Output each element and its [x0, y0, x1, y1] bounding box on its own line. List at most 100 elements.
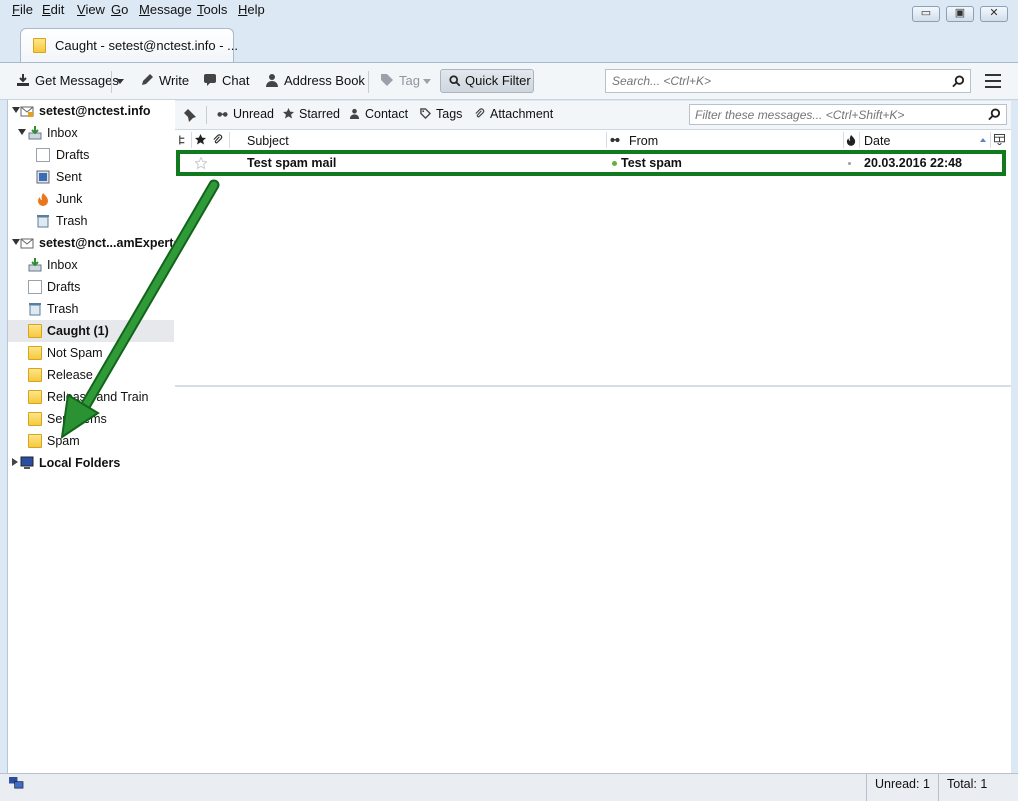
tag-label: Tag — [399, 73, 420, 88]
folder-icon — [28, 434, 42, 448]
junk-status-dot-icon[interactable] — [848, 162, 851, 165]
folder-release-and-train[interactable]: Release and Train — [8, 386, 174, 408]
computer-icon — [20, 456, 34, 469]
quick-filter-button[interactable]: Quick Filter — [440, 69, 534, 93]
folder-junk-1[interactable]: Junk — [8, 188, 174, 210]
sort-ascending-icon — [980, 138, 986, 142]
person-icon — [266, 74, 278, 87]
search-icon[interactable] — [952, 75, 965, 88]
unread-dot-icon[interactable] — [612, 161, 617, 166]
tag-button[interactable]: Tag — [380, 73, 420, 88]
get-messages-label: Get Messages — [35, 73, 119, 88]
chat-button[interactable]: Chat — [203, 73, 249, 88]
folder-inbox-1[interactable]: Inbox — [8, 122, 174, 144]
menu-message[interactable]: Message — [139, 2, 192, 17]
filter-messages-input[interactable] — [695, 108, 985, 122]
folder-not-spam[interactable]: Not Spam — [8, 342, 174, 364]
menu-tools[interactable]: Tools — [197, 2, 227, 17]
junk-status-column-icon[interactable] — [846, 134, 856, 146]
person-icon — [349, 108, 360, 119]
thread-column-icon[interactable] — [178, 135, 187, 145]
folder-label: Drafts — [56, 148, 90, 162]
local-folders[interactable]: Local Folders — [8, 452, 174, 474]
folder-label: Inbox — [47, 126, 78, 140]
folder-label: Not Spam — [47, 346, 103, 360]
folder-drafts-2[interactable]: Drafts — [8, 276, 174, 298]
chat-bubble-icon — [204, 74, 216, 86]
column-subject[interactable]: Subject — [247, 134, 289, 148]
folder-sent-1[interactable]: Sent — [8, 166, 174, 188]
menu-help[interactable]: Help — [238, 2, 265, 17]
pencil-icon — [142, 74, 153, 85]
online-status-icon[interactable] — [9, 777, 24, 790]
account-nct-amexperts[interactable]: setest@nct...amExperts — [8, 232, 180, 254]
menu-file[interactable]: File — [12, 2, 33, 17]
star-icon — [283, 108, 294, 119]
pin-icon[interactable] — [183, 108, 197, 122]
tag-icon — [420, 108, 431, 119]
message-from: Test spam — [621, 156, 682, 170]
global-search-input[interactable] — [612, 74, 942, 88]
folder-caught[interactable]: Caught (1) — [8, 320, 174, 342]
folder-label: Sent — [56, 170, 82, 184]
folder-inbox-2[interactable]: Inbox — [8, 254, 174, 276]
menu-go[interactable]: Go — [111, 2, 128, 17]
drafts-icon — [36, 148, 50, 162]
folder-pane: setest@nctest.info Inbox Drafts Sent Jun… — [7, 100, 180, 773]
maximize-button[interactable]: ▣ — [946, 6, 974, 22]
filter-contact-button[interactable]: Contact — [349, 107, 408, 121]
filter-attachment-button[interactable]: Attachment — [474, 107, 553, 121]
folder-icon — [28, 412, 42, 426]
folder-icon — [28, 368, 42, 382]
inbox-icon — [28, 126, 42, 140]
folder-trash-1[interactable]: Trash — [8, 210, 174, 232]
folder-label: Junk — [56, 192, 83, 206]
column-date[interactable]: Date — [864, 134, 890, 148]
flame-icon — [38, 193, 48, 206]
star-column-icon[interactable] — [195, 134, 206, 145]
filter-unread-label: Unread — [233, 107, 274, 121]
write-button[interactable]: Write — [140, 73, 189, 88]
filter-tags-button[interactable]: Tags — [420, 107, 462, 121]
folder-release[interactable]: Release — [8, 364, 174, 386]
menu-view[interactable]: View — [77, 2, 105, 17]
minimize-button[interactable]: ▭ — [912, 6, 940, 22]
chat-label: Chat — [222, 73, 250, 88]
close-window-button[interactable]: ✕ — [980, 6, 1008, 22]
column-picker-icon[interactable] — [994, 134, 1005, 145]
attachment-column-icon[interactable] — [212, 134, 223, 145]
app-menu-icon[interactable] — [985, 74, 1001, 88]
folder-trash-2[interactable]: Trash — [8, 298, 174, 320]
get-messages-dropdown-icon[interactable] — [116, 79, 124, 84]
glasses-icon — [217, 112, 228, 117]
message-row[interactable]: Test spam mail Test spam 20.03.2016 22:4… — [175, 152, 1009, 174]
read-status-column-icon[interactable] — [609, 135, 621, 145]
filter-messages-box[interactable] — [689, 104, 1007, 125]
star-toggle-icon[interactable] — [195, 157, 207, 169]
menu-edit[interactable]: Edit — [42, 2, 64, 17]
get-messages-button[interactable]: Get Messages — [16, 73, 119, 88]
folder-label: Inbox — [47, 258, 78, 272]
folder-drafts-1[interactable]: Drafts — [8, 144, 174, 166]
folder-label: Caught (1) — [47, 324, 109, 338]
tab-caught[interactable]: Caught - setest@nctest.info - ... — [20, 28, 238, 62]
magnifier-icon — [449, 75, 461, 87]
message-subject: Test spam mail — [247, 156, 337, 170]
folder-label: Trash — [56, 214, 88, 228]
global-search-box[interactable] — [605, 69, 971, 93]
inbox-icon — [28, 258, 42, 272]
column-from[interactable]: From — [629, 134, 658, 148]
filter-unread-button[interactable]: Unread — [217, 107, 274, 121]
message-date: 20.03.2016 22:48 — [864, 156, 963, 170]
tab-label: Caught - setest@nctest.info - ... — [55, 38, 238, 53]
address-book-button[interactable]: Address Book — [265, 73, 365, 88]
mail-account-icon — [20, 106, 34, 117]
tag-dropdown-icon[interactable] — [423, 79, 431, 84]
filter-starred-button[interactable]: Starred — [283, 107, 340, 121]
thread-pane: Test spam mail Test spam 20.03.2016 22:4… — [175, 150, 1011, 385]
filter-tags-label: Tags — [436, 107, 463, 121]
folder-spam[interactable]: Spam — [8, 430, 174, 452]
search-icon[interactable] — [988, 108, 1001, 121]
account-nctest[interactable]: setest@nctest.info — [8, 100, 174, 122]
folder-sent-items[interactable]: Sent Items — [8, 408, 174, 430]
